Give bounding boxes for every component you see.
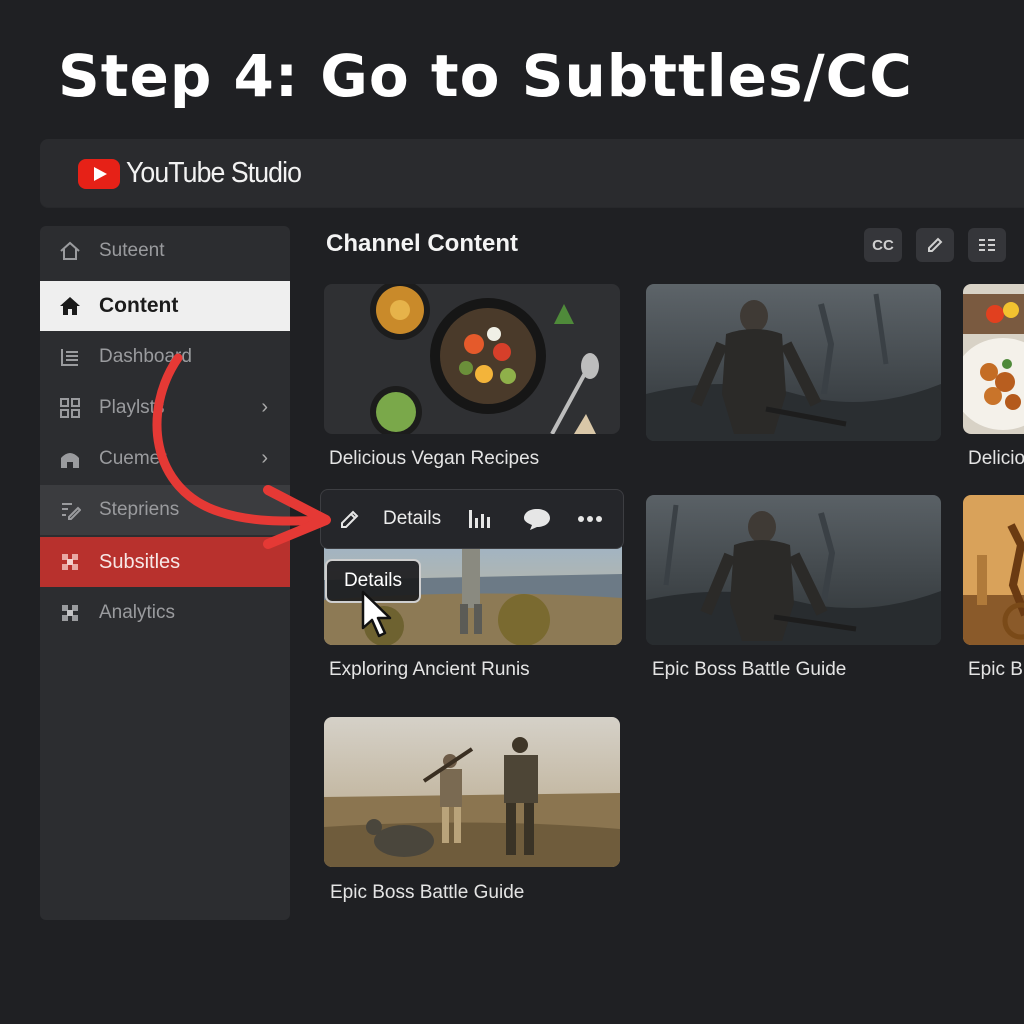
sidebar-item-label: Content <box>99 294 179 317</box>
sidebar-item-label: Analytics <box>99 602 176 623</box>
building-icon <box>58 447 82 471</box>
video-thumbnail-food-2[interactable] <box>963 284 1024 434</box>
annotation-arrow <box>152 353 331 549</box>
step-title: Step 4: Go to Subttles/CC <box>58 42 913 110</box>
video-title[interactable]: Epic Boss Battle Guide <box>652 659 846 681</box>
more-options-button[interactable] <box>575 515 605 523</box>
video-thumbnail-boss-battle[interactable] <box>646 495 941 645</box>
details-label[interactable]: Details <box>383 508 441 530</box>
sidebar-item-label: Subsitles <box>99 550 181 573</box>
more-icon <box>578 516 603 522</box>
home-filled-icon <box>58 294 82 318</box>
edit-button[interactable] <box>916 228 954 262</box>
video-thumbnail-soldiers[interactable] <box>324 717 620 867</box>
video-thumbnail-vegan[interactable] <box>324 284 620 434</box>
list-settings-icon <box>979 239 995 251</box>
page-title: Channel Content <box>326 230 518 257</box>
analytics-icon <box>58 601 82 625</box>
sidebar-item-suteent[interactable]: Suteent <box>40 226 290 276</box>
subtitles-icon <box>58 550 82 574</box>
video-title[interactable]: Exploring Ancient Runis <box>329 659 530 681</box>
youtube-play-icon <box>78 158 120 189</box>
top-bar: YouTube Studio <box>40 139 1024 207</box>
cc-icon: CC <box>872 236 894 254</box>
video-title[interactable]: Delicio <box>968 448 1024 470</box>
edit-steps-icon <box>58 498 82 522</box>
mouse-cursor-icon <box>361 590 392 638</box>
sidebar-item-label: Suteent <box>99 240 165 261</box>
analytics-button[interactable] <box>465 508 495 530</box>
home-outline-icon <box>58 239 82 263</box>
sidebar-item-content[interactable]: Content <box>40 281 290 331</box>
video-thumbnail-warrior[interactable] <box>646 284 941 441</box>
comment-icon <box>524 509 551 530</box>
video-title[interactable]: Epic B <box>968 659 1023 681</box>
comments-button[interactable] <box>521 507 553 531</box>
video-title[interactable]: Epic Boss Battle Guide <box>330 882 524 904</box>
app-name: YouTube Studio <box>126 157 302 189</box>
youtube-studio-logo[interactable]: YouTube Studio <box>78 157 316 190</box>
list-icon <box>58 345 82 369</box>
pencil-icon <box>928 237 943 252</box>
cc-button[interactable]: CC <box>864 228 902 262</box>
video-title[interactable]: Delicious Vegan Recipes <box>329 448 539 470</box>
sidebar: Suteent Content Dashboard Playlsts › Cue… <box>40 226 290 920</box>
list-settings-button[interactable] <box>968 228 1006 262</box>
grid-icon <box>58 396 82 420</box>
video-thumbnail-ancient[interactable] <box>963 495 1024 645</box>
video-hover-actions: Details <box>320 489 624 549</box>
analytics-bars-icon <box>469 510 491 528</box>
sidebar-item-analytics[interactable]: Analytics <box>40 588 290 638</box>
